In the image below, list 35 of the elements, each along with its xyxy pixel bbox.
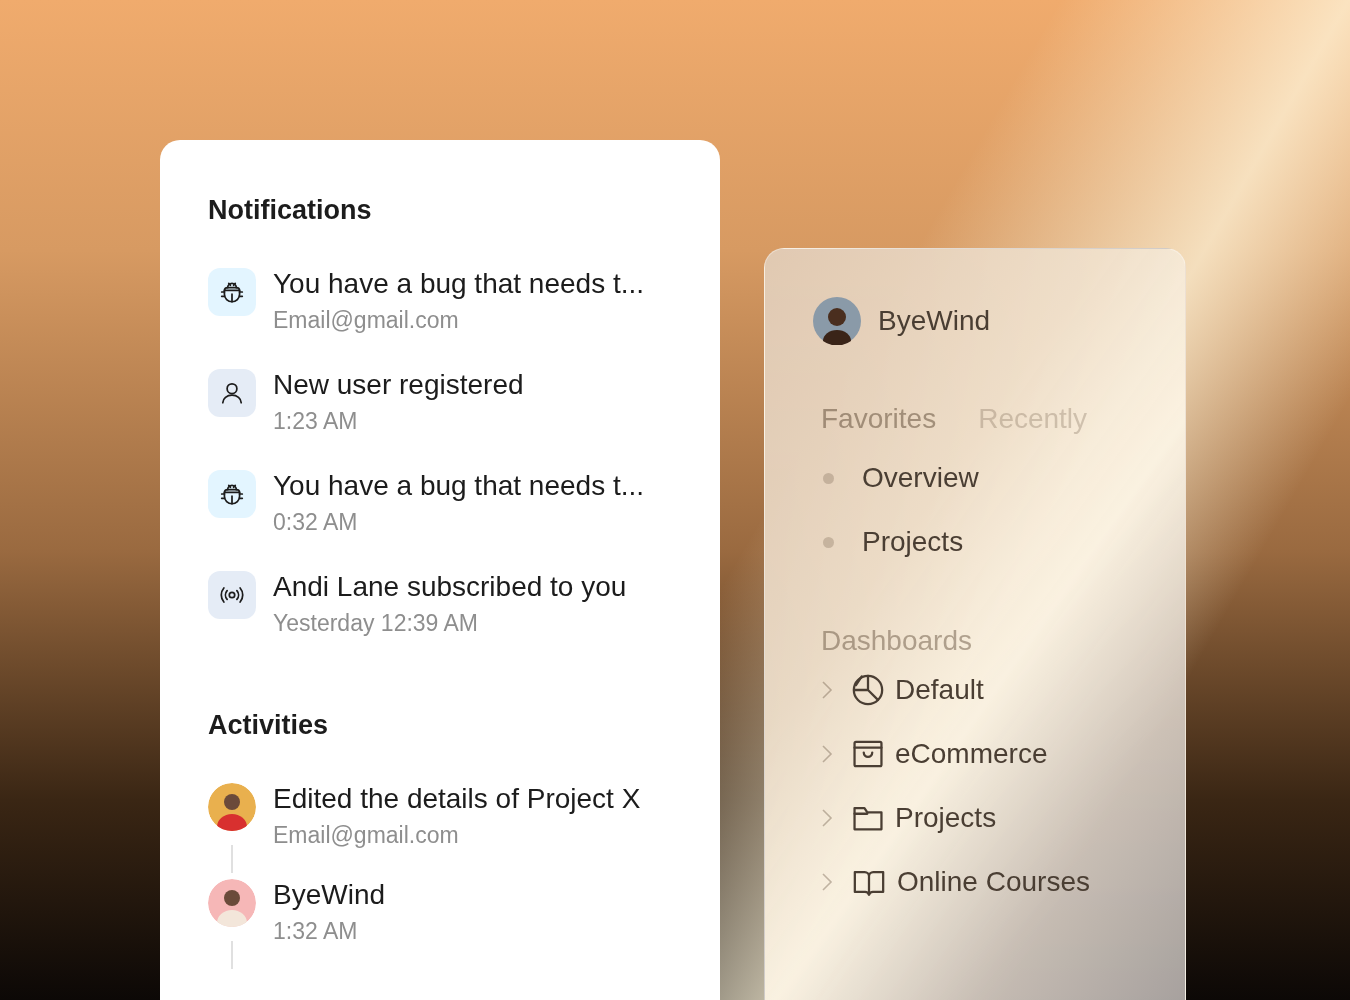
notifications-heading: Notifications <box>208 195 373 226</box>
user-icon <box>219 380 245 406</box>
bullet-icon <box>823 536 834 548</box>
notification-subtitle: 0:32 AM <box>273 508 359 537</box>
notification-subtitle: Email@gmail.com <box>273 306 460 335</box>
bug-icon <box>219 279 245 305</box>
notification-subtitle: 1:23 AM <box>273 407 359 436</box>
nav-item[interactable]: Default <box>895 674 984 706</box>
user-name: ByeWind <box>878 305 991 337</box>
activities-heading: Activities <box>208 710 330 741</box>
nav-item[interactable]: Online Courses <box>897 866 1090 898</box>
notification-title: You have a bug that needs t... <box>273 470 645 502</box>
section-heading: Dashboards <box>821 625 973 657</box>
activity-title: ByeWind <box>273 879 386 911</box>
activity-subtitle: 1:32 AM <box>273 917 359 946</box>
activity-title: Edited the details of Project X <box>273 783 641 815</box>
nav-item[interactable]: eCommerce <box>895 738 1048 770</box>
activity-subtitle: Email@gmail.com <box>273 821 460 850</box>
notification-subtitle: Yesterday 12:39 AM <box>273 609 479 638</box>
bug-icon <box>219 481 245 507</box>
notification-title: You have a bug that needs t... <box>273 268 645 300</box>
notification-title: New user registered <box>273 369 524 401</box>
avatar-icon <box>813 297 861 345</box>
nav-item[interactable]: Projects <box>862 526 964 558</box>
nav-item[interactable]: Projects <box>895 802 997 834</box>
avatar-icon <box>208 879 256 927</box>
bullet-icon <box>823 472 834 484</box>
avatar-icon <box>208 783 256 831</box>
chevron-icon[interactable] <box>821 871 833 893</box>
chevron-icon[interactable] <box>821 807 833 829</box>
chevron-icon[interactable] <box>821 679 833 701</box>
notification-title: Andi Lane subscribed to you <box>273 571 627 603</box>
chevron-icon[interactable] <box>821 743 833 765</box>
pie-chart-icon <box>851 673 885 707</box>
nav-item[interactable]: Overview <box>862 462 979 494</box>
